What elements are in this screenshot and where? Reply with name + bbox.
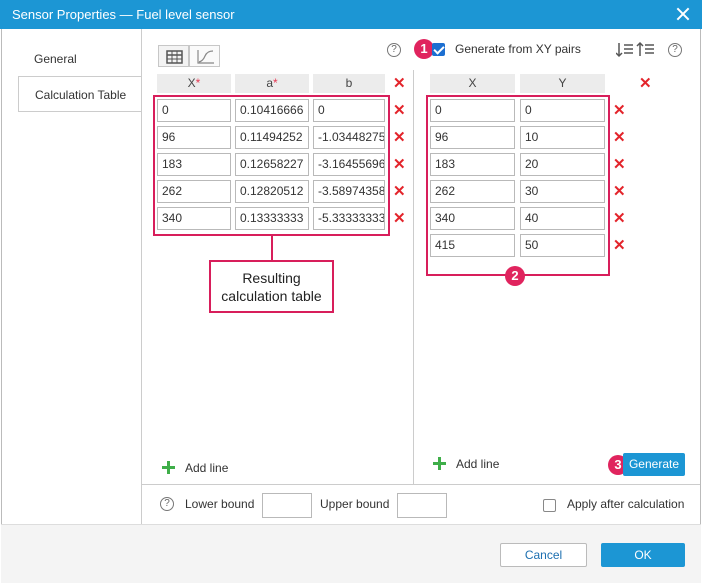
sort-asc-icon[interactable]: [616, 43, 633, 58]
col-header-b: b: [313, 74, 385, 93]
delete-column-icon[interactable]: ✕: [639, 76, 652, 91]
close-icon[interactable]: [674, 5, 692, 23]
table-divider: [413, 70, 414, 484]
upper-bound-label: Upper bound: [320, 497, 390, 511]
apply-after-calculation-checkbox[interactable]: [543, 499, 556, 512]
table-icon: [166, 50, 183, 64]
required-mark: *: [195, 76, 201, 90]
delete-column-icon[interactable]: ✕: [393, 76, 406, 91]
chart-icon: [197, 50, 214, 64]
help-icon-right[interactable]: ?: [668, 43, 682, 57]
bounds-divider: [142, 484, 700, 485]
generate-from-xy-checkbox[interactable]: [432, 43, 445, 56]
callout-line-1: Resulting: [242, 270, 301, 286]
table-view-button[interactable]: [158, 45, 189, 67]
delete-row-icon[interactable]: ✕: [393, 184, 406, 199]
sidebar: General Calculation Table: [18, 44, 142, 112]
tab-calculation-table[interactable]: Calculation Table: [18, 76, 142, 112]
delete-row-icon[interactable]: ✕: [613, 130, 626, 145]
dialog-footer: [1, 524, 701, 583]
bounds-help-icon[interactable]: ?: [160, 497, 174, 511]
ok-button[interactable]: OK: [601, 543, 685, 567]
callout-line-2: calculation table: [221, 288, 322, 304]
add-line-right-button[interactable]: Add line: [456, 457, 499, 471]
lower-bound-label: Lower bound: [185, 497, 255, 511]
col-header-xy-y: Y: [520, 74, 605, 93]
tab-general[interactable]: General: [18, 44, 142, 74]
apply-after-calculation-label: Apply after calculation: [567, 497, 685, 511]
sort-icons: [616, 41, 654, 58]
sort-desc-icon[interactable]: [636, 41, 654, 56]
help-icon[interactable]: ?: [387, 43, 401, 57]
chart-view-button[interactable]: [189, 45, 220, 67]
delete-row-icon[interactable]: ✕: [393, 130, 406, 145]
col-header-xy-x: X: [430, 74, 515, 93]
result-table-highlight: [153, 95, 390, 236]
generate-button[interactable]: Generate: [623, 453, 685, 476]
col-header-x-label: X: [187, 76, 196, 90]
delete-row-icon[interactable]: ✕: [393, 157, 406, 172]
xy-table-highlight: [426, 95, 610, 276]
window-title: Sensor Properties — Fuel level sensor: [12, 7, 235, 22]
delete-row-icon[interactable]: ✕: [393, 103, 406, 118]
add-line-icon[interactable]: [433, 457, 446, 470]
generate-from-xy-label: Generate from XY pairs: [455, 42, 581, 56]
col-header-x: X*: [157, 74, 231, 93]
required-mark: *: [273, 76, 278, 90]
delete-row-icon[interactable]: ✕: [393, 211, 406, 226]
result-callout: Resulting calculation table: [209, 260, 334, 313]
upper-bound-input[interactable]: [397, 493, 447, 518]
delete-row-icon[interactable]: ✕: [613, 184, 626, 199]
delete-row-icon[interactable]: ✕: [613, 211, 626, 226]
cancel-button[interactable]: Cancel: [500, 543, 587, 567]
add-line-left-button[interactable]: Add line: [185, 461, 228, 475]
delete-row-icon[interactable]: ✕: [613, 238, 626, 253]
lower-bound-input[interactable]: [262, 493, 312, 518]
badge-2: 2: [505, 266, 525, 286]
col-header-a-label: a: [266, 76, 273, 90]
delete-row-icon[interactable]: ✕: [613, 157, 626, 172]
title-bar: Sensor Properties — Fuel level sensor: [0, 0, 702, 29]
sidebar-divider: [141, 110, 142, 524]
delete-row-icon[interactable]: ✕: [613, 103, 626, 118]
badge-1: 1: [414, 39, 434, 59]
col-header-a: a*: [235, 74, 309, 93]
callout-connector: [271, 236, 273, 260]
add-line-icon[interactable]: [162, 461, 175, 474]
